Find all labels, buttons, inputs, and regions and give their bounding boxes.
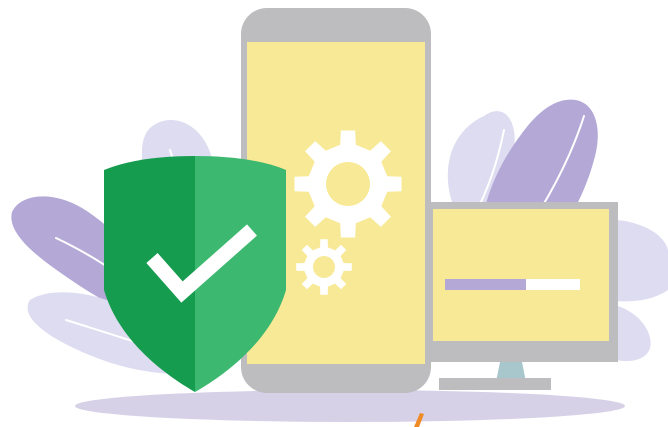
gear-icon [296,239,352,295]
ground-shadow [75,390,625,422]
monitor-stand-base [439,378,551,390]
gear-hole [313,256,335,278]
security-setup-illustration [0,0,668,427]
progress-bar-fill [445,279,526,290]
monitor [425,202,618,390]
gear-hole [326,162,370,206]
monitor-screen [433,209,609,341]
gear-icon [294,130,402,238]
progress-bar [445,279,580,290]
illustration-canvas [11,8,668,427]
